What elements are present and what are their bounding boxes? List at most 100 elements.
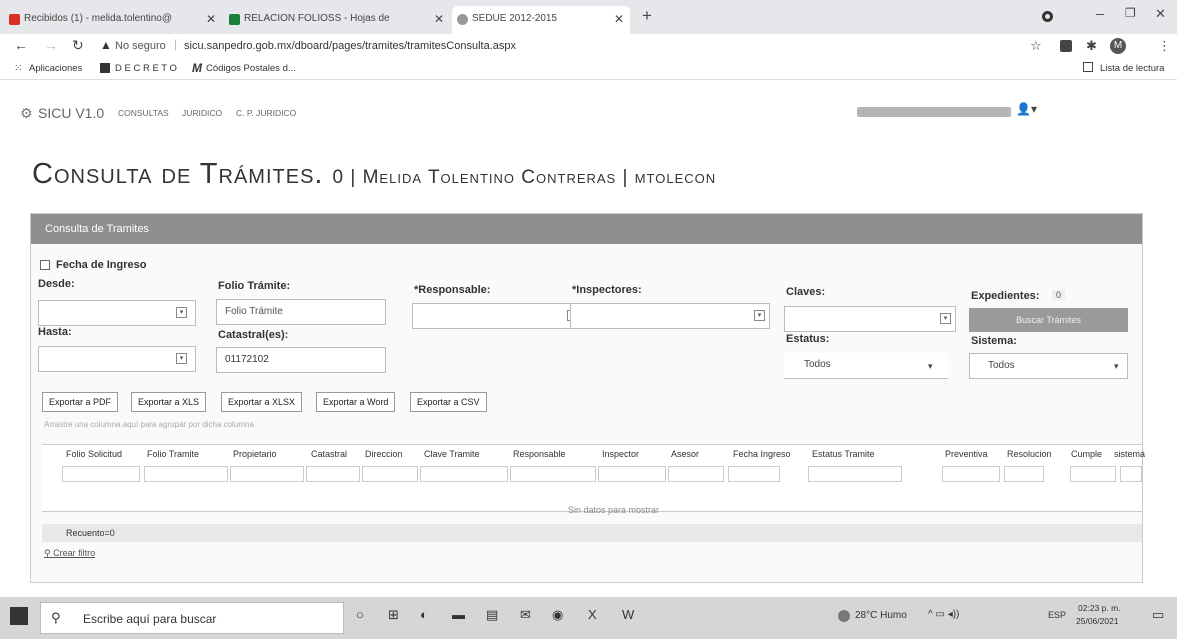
chevron-down-icon[interactable]: ▾ — [754, 310, 765, 321]
app-logo[interactable]: SICU V1.0 — [38, 105, 104, 121]
filter-cell[interactable] — [942, 466, 1000, 482]
claves-select[interactable] — [784, 306, 956, 332]
weather-text[interactable]: 28°C Humo — [855, 610, 907, 621]
filter-cell[interactable] — [1004, 466, 1044, 482]
clock-date[interactable]: 25/06/2021 — [1076, 616, 1119, 626]
avatar[interactable]: M — [1110, 38, 1126, 54]
explorer-icon[interactable]: ▬ — [452, 607, 465, 622]
filter-cell[interactable] — [808, 466, 902, 482]
back-icon[interactable]: ← — [14, 37, 28, 53]
chevron-down-icon[interactable]: ▾ — [940, 313, 951, 324]
forward-icon[interactable]: → — [44, 37, 58, 53]
tab-sheets[interactable]: RELACION FOLIOSS - Hojas de ✕ — [224, 6, 450, 34]
reading-list[interactable]: Lista de lectura — [1100, 63, 1164, 74]
task-view-icon[interactable]: ⊞ — [388, 607, 399, 623]
catastral-input[interactable]: 01172102 — [216, 347, 386, 373]
nav-juridico[interactable]: JURIDICO — [182, 108, 222, 118]
user-menu-icon[interactable]: 👤▾ — [1016, 102, 1037, 116]
export-xls-button[interactable]: Exportar a XLS — [131, 392, 207, 412]
column-header[interactable]: Catastral — [311, 449, 347, 459]
tab-sedue[interactable]: SEDUE 2012-2015 ✕ — [452, 6, 630, 34]
filter-cell[interactable] — [1120, 466, 1142, 482]
language-indicator[interactable]: ESP — [1048, 610, 1066, 620]
column-header[interactable]: Preventiva — [945, 449, 988, 459]
filter-cell[interactable] — [598, 466, 666, 482]
bookmark-decreto[interactable]: D E C R E T O — [115, 63, 177, 74]
column-header[interactable]: Asesor — [671, 449, 699, 459]
export-word-button[interactable]: Exportar a Word — [316, 392, 396, 412]
minimize-button[interactable]: – — [1096, 5, 1104, 21]
chevron-down-icon[interactable]: ▾ — [928, 361, 933, 372]
security-status[interactable]: No seguro — [115, 40, 166, 52]
column-header[interactable]: Cumple — [1071, 449, 1102, 459]
estatus-select[interactable]: Todos — [784, 353, 948, 379]
bookmark-codigos[interactable]: Códigos Postales d... — [206, 63, 296, 74]
close-window-button[interactable]: ✕ — [1155, 6, 1166, 22]
clock-time[interactable]: 02:23 p. m. — [1078, 603, 1121, 613]
column-header[interactable]: Resolucion — [1007, 449, 1052, 459]
column-header[interactable]: Direccion — [365, 449, 403, 459]
column-header[interactable]: Responsable — [513, 449, 566, 459]
url-field[interactable]: sicu.sanpedro.gob.mx/dboard/pages/tramit… — [184, 40, 516, 52]
hasta-date-field[interactable] — [38, 346, 196, 372]
store-icon[interactable]: ▤ — [486, 607, 498, 623]
windows-start-icon[interactable] — [10, 607, 28, 625]
word-icon[interactable]: W — [622, 607, 634, 622]
filter-cell[interactable] — [230, 466, 304, 482]
fecha-ingreso-checkbox[interactable] — [40, 260, 50, 270]
edge-icon[interactable]: ◐ — [420, 607, 428, 622]
restore-button[interactable]: ❐ — [1125, 6, 1136, 20]
responsable-select[interactable] — [412, 303, 584, 329]
filter-cell[interactable] — [668, 466, 724, 482]
export-xlsx-button[interactable]: Exportar a XLSX — [221, 392, 303, 412]
mail-icon[interactable]: ✉ — [520, 607, 531, 623]
filter-cell[interactable] — [1070, 466, 1116, 482]
notifications-icon[interactable]: ▭ — [1152, 607, 1164, 623]
column-header[interactable]: Folio Tramite — [147, 449, 199, 459]
column-header[interactable]: Folio Solicitud — [66, 449, 122, 459]
nav-cp-juridico[interactable]: C. P. JURIDICO — [236, 108, 296, 118]
filter-cell[interactable] — [62, 466, 140, 482]
inspectores-select[interactable] — [570, 303, 770, 329]
sistema-select[interactable]: Todos — [969, 353, 1128, 379]
create-filter-link[interactable]: ⚲ Crear filtro — [44, 548, 95, 559]
calendar-dropdown-icon[interactable]: ▾ — [176, 353, 187, 364]
record-icon[interactable] — [1042, 11, 1053, 22]
export-pdf-button[interactable]: Exportar a PDF — [42, 392, 119, 412]
menu-icon[interactable]: ⋮ — [1158, 38, 1171, 54]
puzzle-icon[interactable]: ✱ — [1086, 38, 1097, 54]
apps-icon[interactable]: ⁙ — [14, 63, 22, 74]
buscar-tramites-button[interactable]: Buscar Trámites — [969, 308, 1128, 332]
column-header[interactable]: Estatus Tramite — [812, 449, 875, 459]
reload-icon[interactable]: ↻ — [72, 37, 84, 54]
filter-cell[interactable] — [728, 466, 780, 482]
warning-icon[interactable]: ▲ — [100, 38, 112, 52]
column-header[interactable]: Fecha Ingreso — [733, 449, 791, 459]
filter-cell[interactable] — [306, 466, 360, 482]
new-tab-button[interactable]: + — [642, 6, 652, 26]
filter-cell[interactable] — [144, 466, 228, 482]
column-header[interactable]: Propietario — [233, 449, 277, 459]
cortana-icon[interactable]: ○ — [356, 607, 364, 622]
calendar-dropdown-icon[interactable]: ▾ — [176, 307, 187, 318]
filter-cell[interactable] — [420, 466, 508, 482]
filter-cell[interactable] — [510, 466, 596, 482]
column-header[interactable]: Clave Tramite — [424, 449, 480, 459]
desde-date-field[interactable] — [38, 300, 196, 326]
folio-tramite-input[interactable]: Folio Trámite — [216, 299, 386, 325]
chevron-down-icon[interactable]: ▾ — [1114, 361, 1119, 372]
taskbar-search[interactable]: ⚲ Escribe aquí para buscar — [40, 602, 344, 634]
close-tab-icon[interactable]: ✕ — [614, 12, 624, 26]
excel-icon[interactable]: X — [588, 607, 597, 622]
extension-icon[interactable] — [1060, 40, 1072, 52]
column-header[interactable]: sistema — [1114, 449, 1145, 459]
nav-consultas[interactable]: CONSULTAS — [118, 108, 169, 118]
export-csv-button[interactable]: Exportar a CSV — [410, 392, 487, 412]
chrome-icon[interactable]: ◉ — [552, 607, 563, 623]
close-tab-icon[interactable]: ✕ — [206, 12, 216, 26]
tray-icons[interactable]: ^ ▭ ◂)) — [928, 609, 959, 620]
close-tab-icon[interactable]: ✕ — [434, 12, 444, 26]
column-header[interactable]: Inspector — [602, 449, 639, 459]
star-icon[interactable]: ☆ — [1030, 38, 1042, 54]
tab-gmail[interactable]: Recibidos (1) - melida.tolentino@ ✕ — [4, 6, 222, 34]
